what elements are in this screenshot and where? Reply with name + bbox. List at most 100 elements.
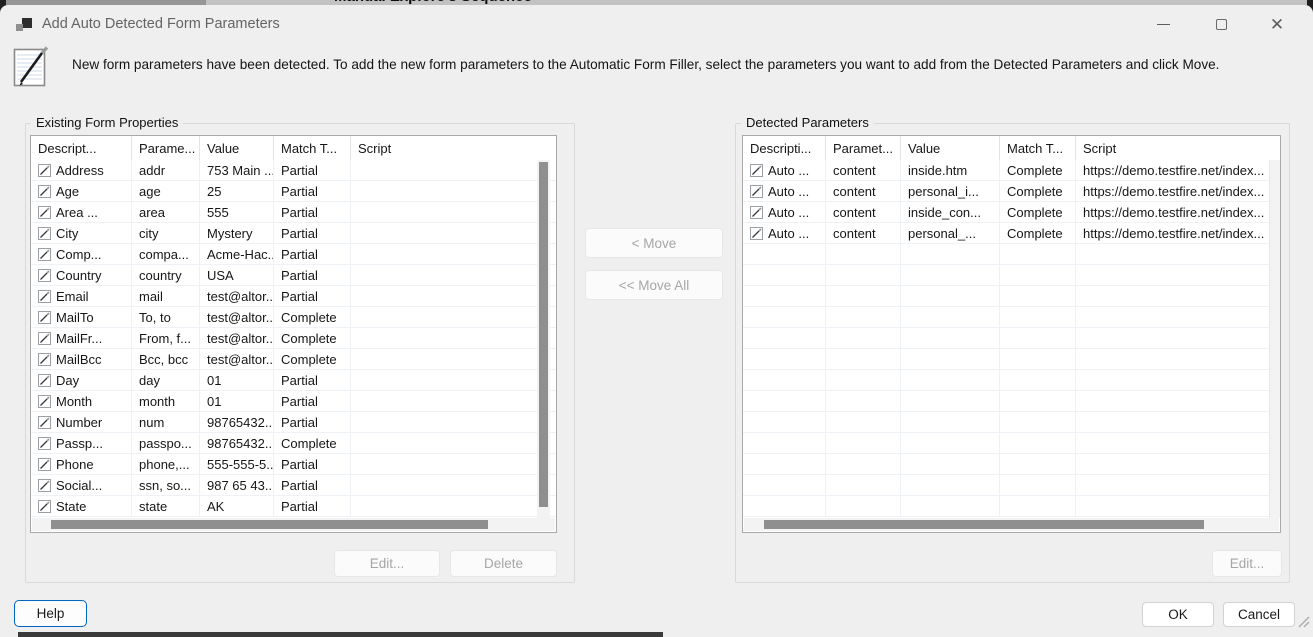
table-cell: [901, 244, 1000, 264]
table-cell: [1076, 412, 1280, 432]
cancel-button[interactable]: Cancel: [1223, 602, 1295, 627]
table-row[interactable]: Social...ssn, so...987 65 43...Partial: [31, 475, 556, 496]
delete-button[interactable]: Delete: [450, 550, 557, 577]
vertical-scrollbar[interactable]: [1269, 160, 1280, 518]
column-header[interactable]: Match T...: [274, 136, 351, 160]
table-row[interactable]: StatestateAKPartial: [31, 496, 556, 517]
empty-row: [743, 286, 1280, 307]
table-cell: ssn, so...: [132, 475, 200, 495]
column-header[interactable]: Value: [200, 136, 274, 160]
empty-row: [743, 496, 1280, 517]
table-row[interactable]: CountrycountryUSAPartial: [31, 265, 556, 286]
empty-row: [743, 454, 1280, 475]
minimize-button[interactable]: [1146, 11, 1180, 37]
table-cell: [1076, 454, 1280, 474]
table-row[interactable]: Area ...area555Partial: [31, 202, 556, 223]
table-cell: Partial: [274, 370, 351, 390]
ok-button[interactable]: OK: [1142, 602, 1214, 627]
scrollbar-thumb[interactable]: [764, 520, 1204, 529]
table-row[interactable]: MailBccBcc, bcctest@altor...Complete: [31, 349, 556, 370]
table-cell: [351, 244, 556, 264]
column-header[interactable]: Paramet...: [826, 136, 901, 160]
table-cell: Comp...: [31, 244, 132, 264]
title-bar[interactable]: Add Auto Detected Form Parameters ✕: [0, 5, 1313, 43]
table-cell: Complete: [1000, 160, 1076, 180]
table-row[interactable]: Emailmailtest@altor...Partial: [31, 286, 556, 307]
table-cell: [1076, 307, 1280, 327]
table-cell: From, f...: [132, 328, 200, 348]
table-cell: [351, 181, 556, 201]
scrollbar-thumb[interactable]: [539, 162, 548, 507]
table-cell: 98765432...: [200, 412, 274, 432]
close-icon: ✕: [1270, 16, 1284, 33]
maximize-button[interactable]: [1204, 11, 1238, 37]
column-header[interactable]: Match T...: [1000, 136, 1076, 160]
column-header[interactable]: Parame...: [132, 136, 200, 160]
table-cell: Phone: [31, 454, 132, 474]
column-header[interactable]: Value: [901, 136, 1000, 160]
table-cell: content: [826, 160, 901, 180]
move-button[interactable]: < Move: [585, 228, 723, 258]
table-cell: City: [31, 223, 132, 243]
detected-parameters-table[interactable]: Descripti...Paramet...ValueMatch T...Scr…: [742, 135, 1281, 533]
table-cell: inside_con...: [901, 202, 1000, 222]
existing-properties-table[interactable]: Descript...Parame...ValueMatch T...Scrip…: [30, 135, 557, 533]
help-button[interactable]: Help: [14, 600, 87, 627]
table-row[interactable]: Comp...compa...Acme-Hac...Partial: [31, 244, 556, 265]
table-cell: [826, 244, 901, 264]
table-cell: Number: [31, 412, 132, 432]
table-cell: [351, 223, 556, 243]
table-cell: https://demo.testfire.net/index...: [1076, 223, 1280, 243]
table-row[interactable]: MailToTo, totest@altor...Complete: [31, 307, 556, 328]
scrollbar-thumb[interactable]: [51, 520, 488, 529]
horizontal-scrollbar[interactable]: [32, 518, 555, 531]
table-row[interactable]: Auto ...contentinside.htmCompletehttps:/…: [743, 160, 1280, 181]
edit-detected-button[interactable]: Edit...: [1212, 550, 1282, 577]
table-cell: [826, 349, 901, 369]
table-row[interactable]: Addressaddr753 Main ...Partial: [31, 160, 556, 181]
vertical-scrollbar[interactable]: [537, 160, 550, 518]
edit-pencil-icon: [38, 227, 51, 240]
table-cell: phone,...: [132, 454, 200, 474]
edit-pencil-icon: [38, 395, 51, 408]
table-cell: Partial: [274, 454, 351, 474]
column-header[interactable]: Script: [1076, 136, 1280, 160]
table-cell: num: [132, 412, 200, 432]
edit-pencil-icon: [38, 290, 51, 303]
table-row[interactable]: Auto ...contentinside_con...Completehttp…: [743, 202, 1280, 223]
table-cell: [351, 160, 556, 180]
table-cell: [1000, 265, 1076, 285]
table-cell: [743, 328, 826, 348]
move-all-button[interactable]: << Move All: [585, 270, 723, 300]
horizontal-scrollbar[interactable]: [744, 518, 1279, 531]
table-cell: [1076, 475, 1280, 495]
table-cell: Complete: [1000, 181, 1076, 201]
table-cell: test@altor...: [200, 307, 274, 327]
table-row[interactable]: Numbernum98765432...Partial: [31, 412, 556, 433]
table-row[interactable]: MailFr...From, f...test@altor...Complete: [31, 328, 556, 349]
close-button[interactable]: ✕: [1260, 11, 1294, 37]
column-header[interactable]: Script: [351, 136, 556, 160]
table-row[interactable]: Ageage25Partial: [31, 181, 556, 202]
table-row[interactable]: Monthmonth01Partial: [31, 391, 556, 412]
table-row[interactable]: Auto ...contentpersonal_i...Completehttp…: [743, 181, 1280, 202]
table-cell: [1076, 370, 1280, 390]
edit-existing-button[interactable]: Edit...: [334, 550, 440, 577]
table-cell: [1000, 475, 1076, 495]
table-cell: [743, 265, 826, 285]
table-row[interactable]: Auto ...contentpersonal_...Completehttps…: [743, 223, 1280, 244]
table-row[interactable]: Dayday01Partial: [31, 370, 556, 391]
table-cell: Acme-Hac...: [200, 244, 274, 264]
table-body: Addressaddr753 Main ...PartialAgeage25Pa…: [31, 160, 556, 517]
table-cell: State: [31, 496, 132, 516]
resize-grip[interactable]: [1296, 614, 1310, 633]
table-row[interactable]: Passp...passpo...98765432...Complete: [31, 433, 556, 454]
table-row[interactable]: CitycityMysteryPartial: [31, 223, 556, 244]
table-cell: city: [132, 223, 200, 243]
table-cell: content: [826, 202, 901, 222]
table-row[interactable]: Phonephone,...555-555-5...Partial: [31, 454, 556, 475]
column-header[interactable]: Descript...: [31, 136, 132, 160]
empty-row: [743, 349, 1280, 370]
column-header[interactable]: Descripti...: [743, 136, 826, 160]
table-cell: [743, 496, 826, 516]
